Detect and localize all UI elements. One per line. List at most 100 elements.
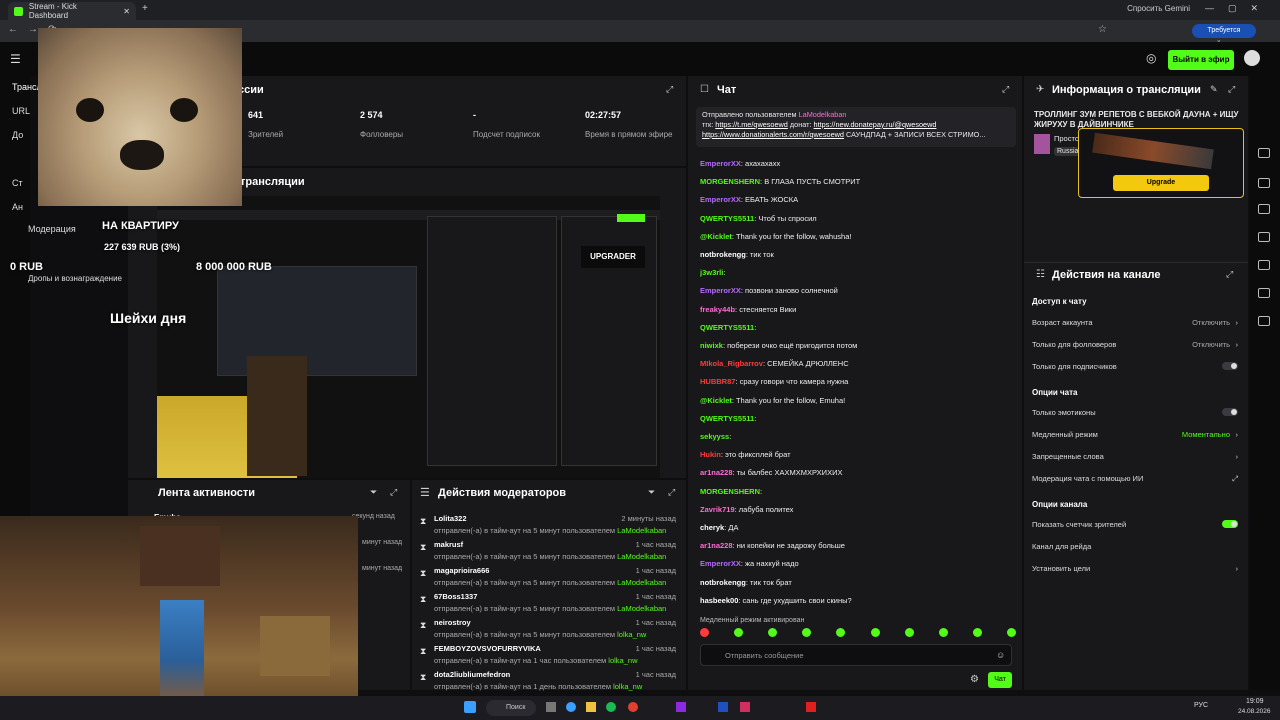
close-tab-icon[interactable]: ✕ xyxy=(123,7,130,16)
chat-username[interactable]: sekyyss xyxy=(700,432,729,441)
language-indicator[interactable]: РУС xyxy=(1194,702,1208,709)
chat-message[interactable]: MORGENSHERN: xyxy=(700,487,1018,496)
settings-icon[interactable]: ⚙ xyxy=(970,674,979,685)
chat-username[interactable]: QWERTYS5511 xyxy=(700,323,754,332)
chat-message[interactable]: freaky44b: стесняется Вики xyxy=(700,305,1018,314)
chat-username[interactable]: j3w3rli xyxy=(700,268,723,277)
panel-icon[interactable] xyxy=(1258,148,1270,158)
chat-username[interactable]: @Kicklet xyxy=(700,396,732,405)
emotes-setting[interactable]: Только эмотиконы xyxy=(1032,408,1238,417)
chat-message[interactable]: sekyyss: xyxy=(700,432,1018,441)
sidebar-item-4[interactable]: Ст xyxy=(12,178,23,188)
emote-icon[interactable] xyxy=(734,628,744,637)
emote-icon[interactable] xyxy=(938,628,948,637)
chat-message[interactable]: ar1na228: ни копейки не задрожу больше xyxy=(700,541,1018,550)
raid-setting[interactable]: Канал для рейда xyxy=(1032,542,1238,551)
chat-username[interactable]: ar1na228 xyxy=(700,541,733,550)
code-icon[interactable] xyxy=(1258,260,1270,270)
filter-icon[interactable]: ⏷ xyxy=(648,487,655,498)
emote-icon[interactable] xyxy=(1006,628,1016,637)
emote-icon[interactable] xyxy=(904,628,914,637)
mod-row[interactable]: ⧗ magaprioira666 1 час назад отправлен(-а) … xyxy=(420,566,680,592)
chat-message[interactable]: HUBBR87: сразу говори что камера нужна xyxy=(700,377,1018,386)
sidebar-item-5[interactable]: Ан xyxy=(12,202,23,212)
age-setting[interactable]: Возраст аккаунта Отключить › xyxy=(1032,318,1238,327)
chrome-icon[interactable] xyxy=(628,702,638,712)
chat-message[interactable]: EmperorXX: ахахахахх xyxy=(700,159,1018,168)
banned-words-setting[interactable]: Запрещенные слова › xyxy=(1032,452,1238,461)
chat-message[interactable]: QWERTYS5511: Чтоб ты спросил xyxy=(700,214,1018,223)
chat-message[interactable]: EmperorXX: ЕБАТЬ ЖОСКА xyxy=(700,195,1018,204)
chat-username[interactable]: hasbeek00 xyxy=(700,596,738,605)
expand-icon[interactable]: ⤢ xyxy=(1228,84,1235,95)
chat-message[interactable]: ar1na228: ты балбес ХАХМХМХРХИХИХ xyxy=(700,468,1018,477)
expand-icon[interactable]: ⤢ xyxy=(668,487,675,498)
chat-message[interactable]: notbrokengg: тик ток xyxy=(700,250,1018,259)
window-controls-icon[interactable]: —▢✕ xyxy=(1205,3,1272,14)
chat-username[interactable]: Hukin xyxy=(700,450,721,459)
emotes-toggle[interactable] xyxy=(1222,408,1238,416)
chat-message[interactable]: Zavrik719: лабуба политех xyxy=(700,505,1018,514)
edge-icon[interactable] xyxy=(566,702,576,712)
viewer-count-toggle[interactable] xyxy=(1222,520,1238,528)
chat-username[interactable]: QWERTYS5511 xyxy=(700,414,754,423)
sidebar-item-moderation[interactable]: Модерация xyxy=(28,224,76,234)
go-live-button[interactable]: Выйти в эфир xyxy=(1168,50,1234,70)
explorer-icon[interactable] xyxy=(586,702,596,712)
pinned-message[interactable]: Отправлено пользователем LaModelkaban тг… xyxy=(696,107,1016,147)
emote-icon[interactable] xyxy=(768,628,778,637)
new-tab-icon[interactable]: + xyxy=(142,3,148,14)
chat-icon[interactable] xyxy=(1258,232,1270,242)
emote-icon[interactable] xyxy=(972,628,982,637)
notification-icon[interactable]: ◎ xyxy=(1146,51,1156,65)
mod-row[interactable]: ⧗ FEMBOYZOVSVOFURRYVIKA 1 час назад отправл… xyxy=(420,644,680,670)
expand-icon[interactable]: ⤢ xyxy=(390,487,397,498)
emote-icon[interactable] xyxy=(836,628,846,637)
chat-message[interactable]: notbrokengg: тик ток брат xyxy=(700,578,1018,587)
expand-icon[interactable]: ⤢ xyxy=(1226,269,1233,280)
mod-row[interactable]: ⧗ Lolita322 2 минуты назад отправлен(-а) в … xyxy=(420,514,680,540)
emote-icon[interactable] xyxy=(700,628,709,637)
list-icon[interactable] xyxy=(1258,204,1270,214)
chat-username[interactable]: HUBBR87 xyxy=(700,377,735,386)
chat-message[interactable]: @Kicklet: Thank you for the follow, wahu… xyxy=(700,232,1018,241)
app-icon[interactable] xyxy=(676,702,686,712)
chat-input[interactable]: Отправить сообщение xyxy=(700,644,1012,666)
stream-preview[interactable]: UPGRADER xyxy=(157,196,660,478)
chat-message[interactable]: QWERTYS5511: xyxy=(700,323,1018,332)
avatar[interactable] xyxy=(1244,50,1260,66)
expand-icon[interactable]: ⤢ xyxy=(666,84,673,95)
chat-message[interactable]: MIkola_Rigbarrov: СЕМЕЙКА ДРЮЛЛЕНС xyxy=(700,359,1018,368)
gemini-button[interactable]: Спросить Gemini xyxy=(1127,4,1190,13)
chat-username[interactable]: ar1na228 xyxy=(700,468,733,477)
bookmark-star-icon[interactable]: ☆ xyxy=(1098,24,1107,35)
audition-icon[interactable] xyxy=(718,702,728,712)
spotify-icon[interactable] xyxy=(606,702,616,712)
wrench-icon[interactable] xyxy=(1258,316,1270,326)
chat-username[interactable]: MORGENSHERN xyxy=(700,487,760,496)
edit-icon[interactable]: ✎ xyxy=(1210,84,1218,95)
emoji-icon[interactable]: ☺ xyxy=(996,650,1005,660)
taskbar-search[interactable]: Поиск xyxy=(486,700,536,716)
chat-username[interactable]: notbrokengg xyxy=(700,578,746,587)
chat-username[interactable]: @Kicklet xyxy=(700,232,732,241)
filter-icon[interactable]: ⏷ xyxy=(370,487,377,498)
chat-message[interactable]: hasbeek00: сань где ухудшить свои скины? xyxy=(700,596,1018,605)
ai-mod-setting[interactable]: Модерация чата с помощью ИИ ⤢ xyxy=(1032,474,1238,483)
bolt-icon[interactable] xyxy=(1258,178,1270,188)
chat-username[interactable]: EmperorXX xyxy=(700,286,741,295)
chat-message[interactable]: Hukin: это фиксплей брат xyxy=(700,450,1018,459)
mod-row[interactable]: ⧗ dota2liubliumefedron 1 час назад отправле… xyxy=(420,670,680,696)
mod-row[interactable]: ⧗ 67Boss1337 1 час назад отправлен(-а) в та… xyxy=(420,592,680,618)
chat-message[interactable]: EmperorXX: жа нахкуй надо xyxy=(700,559,1018,568)
chat-message[interactable]: niwixk: поберези очко ещё пригодится пот… xyxy=(700,341,1018,350)
chat-username[interactable]: EmperorXX xyxy=(700,559,741,568)
goals-setting[interactable]: Установить цели › xyxy=(1032,564,1238,573)
chat-message[interactable]: MORGENSHERN: В ГЛАЗА ПУСТЬ СМОТРИТ xyxy=(700,177,1018,186)
chat-username[interactable]: freaky44b xyxy=(700,305,735,314)
chat-username[interactable]: niwixk xyxy=(700,341,723,350)
chat-username[interactable]: notbrokengg xyxy=(700,250,746,259)
followers-setting[interactable]: Только для фолловеров Отключить › xyxy=(1032,340,1238,349)
chat-username[interactable]: cheryk xyxy=(700,523,724,532)
sidebar-item-drops[interactable]: Дропы и вознаграждение xyxy=(28,274,122,283)
